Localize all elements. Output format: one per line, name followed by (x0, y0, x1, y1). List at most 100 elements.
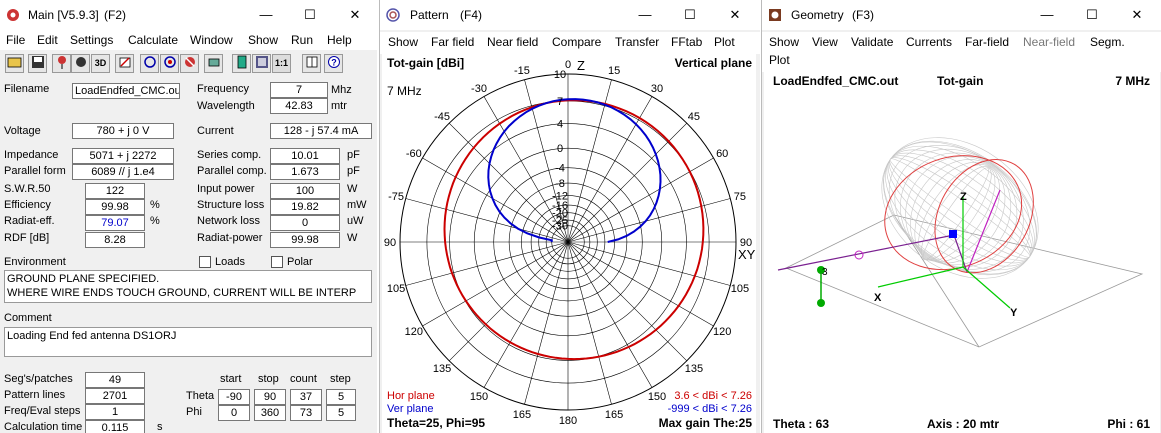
environment-box[interactable]: GROUND PLANE SPECIFIED. WHERE WIRE ENDS … (4, 270, 372, 303)
rdf-field: 8.28 (85, 232, 145, 248)
theta-count-field[interactable]: 37 (290, 389, 322, 405)
menu-file[interactable]: File (6, 33, 25, 47)
pattern-menu-transfer[interactable]: Transfer (615, 35, 659, 49)
radiat-power-field: 99.98 (270, 232, 340, 248)
minimize-button[interactable]: — (244, 4, 288, 26)
geometry-menu-nearfield[interactable]: Near-field (1023, 35, 1075, 49)
pattern-menu-show[interactable]: Show (388, 35, 418, 49)
input-power-label: Input power (197, 183, 255, 195)
pattern-window: Pattern (F4) — ☐ ✕ Show Far field Near f… (379, 0, 760, 433)
pattern-menu-farfield[interactable]: Far field (431, 35, 474, 49)
geometry-menu-segm[interactable]: Segm. (1090, 35, 1125, 49)
geometry-menu-currents[interactable]: Currents (906, 35, 952, 49)
geometry-menu-view[interactable]: View (812, 35, 838, 49)
book-icon[interactable] (302, 54, 321, 73)
angle-spoke (405, 241, 569, 286)
phi-label: Phi (186, 406, 202, 418)
voltage-label: Voltage (4, 125, 41, 137)
geometry-menu-validate[interactable]: Validate (851, 35, 893, 49)
geometry-menu-farfield[interactable]: Far-field (965, 35, 1009, 49)
main-titlebar[interactable]: Main [V5.9.3] (F2) — ☐ ✕ (0, 0, 377, 30)
pattern-menu-compare[interactable]: Compare (552, 35, 601, 49)
geometry-file: LoadEndfed_CMC.out (773, 74, 898, 88)
optimizer-icon[interactable] (204, 54, 223, 73)
4nec-icon[interactable] (71, 54, 90, 73)
phi-count-field[interactable]: 73 (290, 405, 322, 421)
theta-step-field[interactable]: 5 (326, 389, 356, 405)
pattern-footer-right: Max gain The:25 (659, 416, 753, 430)
menu-show[interactable]: Show (248, 33, 278, 47)
app-icon (7, 9, 19, 21)
geometry-minimize-button[interactable]: — (1025, 4, 1069, 26)
menu-edit[interactable]: Edit (37, 33, 58, 47)
pattern-titlebar[interactable]: Pattern (F4) — ☐ ✕ (380, 0, 760, 30)
geometry-titlebar[interactable]: Geometry (F3) — ☐ ✕ (762, 0, 1161, 30)
impedance-field: 5071 + j 2272 (72, 148, 174, 164)
freq-icon[interactable] (160, 54, 179, 73)
geometry-freq: 7 MHz (1115, 74, 1150, 88)
geometry-canvas[interactable]: LoadEndfed_CMC.out Tot-gain 7 MHz 3 X Y … (764, 72, 1160, 433)
freq-steps-label: Freq/Eval steps (4, 405, 81, 417)
calc-icon[interactable] (232, 54, 251, 73)
pattern-menu-fftab[interactable]: FFtab (671, 35, 702, 49)
angle-label: 90 (384, 237, 396, 249)
pattern-minimize-button[interactable]: — (623, 4, 667, 26)
gain-label: -30 (552, 221, 568, 233)
pattern-menu-nearfield[interactable]: Near field (487, 35, 538, 49)
segment-label: 3 (822, 267, 828, 278)
angle-label: 15 (608, 65, 620, 77)
axis-x-label: X (874, 292, 882, 304)
pattern-menu-plot[interactable]: Plot (714, 35, 735, 49)
horizontal-wire (777, 234, 955, 271)
filename-field[interactable]: LoadEndfed_CMC.ou (72, 83, 180, 99)
ver-plane-curve (487, 98, 662, 243)
theta-stop-field[interactable]: 90 (254, 389, 286, 405)
comment-text: Loading End fed antenna DS1ORJ (7, 330, 177, 342)
menu-calculate[interactable]: Calculate (128, 33, 178, 47)
pattern-canvas[interactable]: Tot-gain [dBi] Vertical plane 7 MHz 0 15 3… (382, 54, 756, 433)
one-to-one-icon[interactable]: 1:1 (272, 54, 291, 73)
network-loss-field: 0 (270, 215, 340, 231)
lobe-mesh-line (883, 140, 1037, 276)
menu-help[interactable]: Help (327, 33, 352, 47)
frequency-field[interactable]: 7 (270, 82, 328, 98)
save-icon[interactable] (28, 54, 47, 73)
edit-icon[interactable] (115, 54, 134, 73)
pattern-maximize-button[interactable]: ☐ (668, 4, 712, 26)
series-comp-label: Series comp. (197, 149, 262, 161)
menu-window[interactable]: Window (190, 33, 233, 47)
calc-time-unit: s (157, 421, 163, 433)
ground-plane-outline (785, 214, 1144, 348)
folder-icon[interactable] (5, 54, 24, 73)
loads-checkbox[interactable] (199, 256, 211, 268)
3d-icon[interactable]: 3D (91, 54, 110, 73)
main-shortcut: (F2) (104, 8, 126, 22)
options-icon[interactable] (180, 54, 199, 73)
loading-wire (953, 234, 968, 273)
pattern-close-button[interactable]: ✕ (713, 4, 757, 26)
geometry-maximize-button[interactable]: ☐ (1070, 4, 1114, 26)
freq-steps-field: 1 (85, 404, 145, 420)
pattern-icon[interactable] (140, 54, 159, 73)
phi-start-field[interactable]: 0 (218, 405, 250, 421)
help-icon[interactable]: ? (324, 54, 343, 73)
close-button[interactable]: ✕ (333, 4, 377, 26)
polar-checkbox[interactable] (271, 256, 283, 268)
col-count: count (290, 373, 317, 385)
menu-settings[interactable]: Settings (70, 33, 113, 47)
menu-run[interactable]: Run (291, 33, 313, 47)
maximize-button[interactable]: ☐ (288, 4, 332, 26)
angle-label: 150 (470, 391, 488, 403)
geometry-close-button[interactable]: ✕ (1115, 4, 1159, 26)
geometry-menu-plot[interactable]: Plot (769, 53, 790, 67)
gain-label: 0 (557, 143, 563, 155)
antenna-icon[interactable] (52, 54, 71, 73)
phi-step-field[interactable]: 5 (326, 405, 356, 421)
comment-box[interactable]: Loading End fed antenna DS1ORJ (4, 327, 372, 357)
frequency-unit: Mhz (331, 84, 352, 96)
phi-stop-field[interactable]: 360 (254, 405, 286, 421)
theta-start-field[interactable]: -90 (218, 389, 250, 405)
geometry-menu-show[interactable]: Show (769, 35, 799, 49)
col-start: start (220, 373, 242, 385)
table-icon[interactable] (252, 54, 271, 73)
